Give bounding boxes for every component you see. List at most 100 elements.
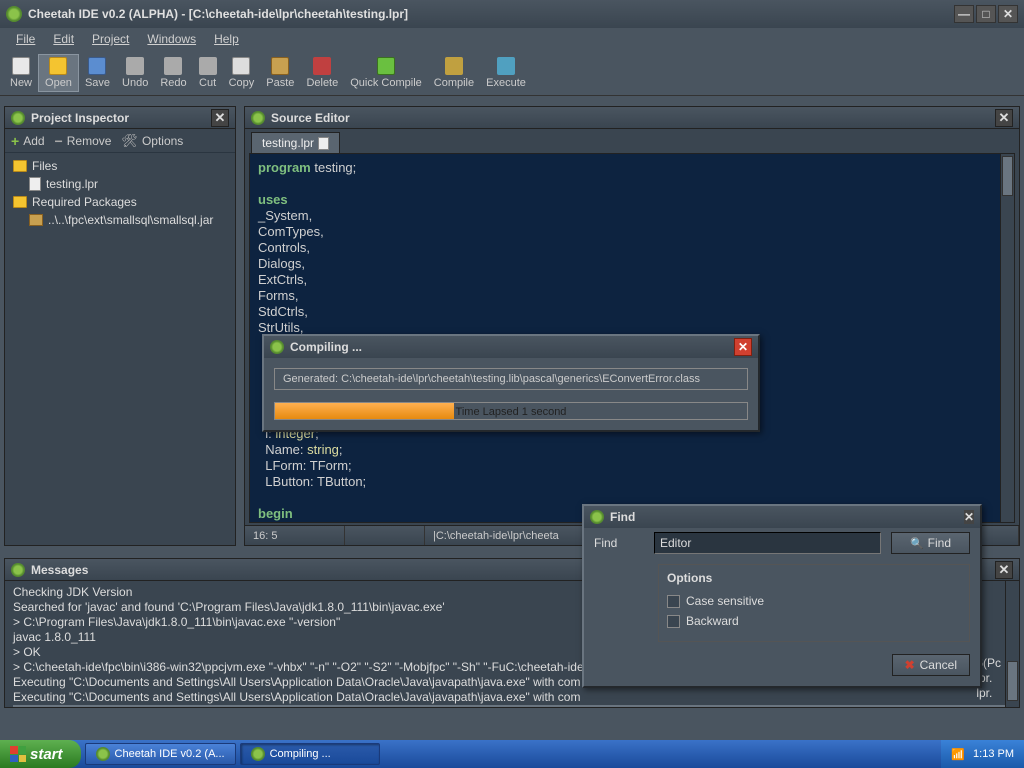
project-inspector-panel: Project Inspector ✕ +Add −Remove 🛠Option…: [4, 106, 236, 546]
save-button[interactable]: Save: [79, 55, 116, 91]
system-tray[interactable]: 📶 1:13 PM: [941, 740, 1024, 768]
menu-file[interactable]: File: [8, 30, 43, 48]
backward-checkbox[interactable]: Backward: [667, 611, 961, 631]
case-sensitive-checkbox[interactable]: Case sensitive: [667, 591, 961, 611]
wrench-icon: 🛠: [121, 133, 138, 149]
find-close-button[interactable]: ✕: [964, 510, 974, 524]
new-icon: [12, 57, 30, 75]
redo-icon: [164, 57, 182, 75]
compiling-close-button[interactable]: ✕: [734, 338, 752, 356]
menu-bar: File Edit Project Windows Help: [0, 28, 1024, 50]
menu-edit[interactable]: Edit: [45, 30, 82, 48]
app-icon: [96, 747, 110, 761]
messages-selected-line: Generated: C:\cheetah-ide\lpr\cheetah\te…: [13, 705, 1011, 707]
messages-close[interactable]: ✕: [995, 561, 1013, 579]
add-button[interactable]: +Add: [11, 133, 45, 149]
main-toolbar: New Open Save Undo Redo Cut Copy Paste D…: [0, 50, 1024, 96]
open-button[interactable]: Open: [38, 54, 79, 92]
panel-icon: [11, 563, 25, 577]
windows-logo-icon: [10, 746, 26, 762]
cut-button[interactable]: Cut: [193, 55, 223, 91]
app-icon: [251, 747, 265, 761]
find-dialog: Find ✕ Find 🔍Find Options Case sensitive…: [582, 504, 982, 688]
panel-icon: [11, 111, 25, 125]
checkbox-icon: [667, 595, 680, 608]
menu-windows[interactable]: Windows: [139, 30, 204, 48]
compile-progressbar: Time Lapsed 1 second: [274, 402, 748, 420]
window-titlebar: Cheetah IDE v0.2 (ALPHA) - [C:\cheetah-i…: [0, 0, 1024, 28]
copy-icon: [232, 57, 250, 75]
find-input[interactable]: [654, 532, 881, 554]
plus-icon: +: [11, 133, 19, 149]
menu-help[interactable]: Help: [206, 30, 247, 48]
cancel-icon: ✖: [905, 658, 915, 672]
progress-label: Time Lapsed 1 second: [275, 403, 747, 419]
execute-button[interactable]: Execute: [480, 55, 532, 91]
paste-button[interactable]: Paste: [260, 55, 300, 91]
redo-button[interactable]: Redo: [154, 55, 192, 91]
tree-node-required[interactable]: Required Packages: [13, 193, 227, 211]
copy-button[interactable]: Copy: [223, 55, 261, 91]
dialog-icon: [590, 510, 604, 524]
minus-icon: −: [55, 133, 63, 149]
cursor-position: 16: 5: [245, 526, 345, 545]
close-window-button[interactable]: ✕: [998, 5, 1018, 23]
taskbar-item-ide[interactable]: Cheetah IDE v0.2 (A...: [85, 743, 236, 765]
scrollbar-thumb[interactable]: [1007, 661, 1018, 701]
app-icon: [6, 6, 22, 22]
editor-scrollbar[interactable]: [1000, 154, 1014, 522]
find-options-group: Options Case sensitive Backward: [658, 564, 970, 642]
find-button[interactable]: 🔍Find: [891, 532, 970, 554]
maximize-button[interactable]: □: [976, 5, 996, 23]
file-icon: [29, 177, 41, 191]
panel-icon: [251, 111, 265, 125]
delete-button[interactable]: Delete: [300, 55, 344, 91]
minimize-button[interactable]: —: [954, 5, 974, 23]
tree-node-jar[interactable]: ..\..\fpc\ext\smallsql\smallsql.jar: [13, 211, 227, 229]
cancel-button[interactable]: ✖Cancel: [892, 654, 970, 676]
open-icon: [49, 57, 67, 75]
save-icon: [88, 57, 106, 75]
tree-node-testing[interactable]: testing.lpr: [13, 175, 227, 193]
compiling-title: Compiling ...: [290, 340, 734, 354]
quick-compile-button[interactable]: Quick Compile: [344, 55, 428, 91]
network-icon[interactable]: 📶: [951, 748, 965, 761]
jar-icon: [29, 214, 43, 226]
project-inspector-title: Project Inspector: [31, 111, 211, 125]
messages-scrollbar[interactable]: [1005, 581, 1019, 707]
binoculars-icon: 🔍: [910, 537, 924, 550]
status-cell: [345, 526, 425, 545]
generated-file-text: Generated: C:\cheetah-ide\lpr\cheetah\te…: [274, 368, 748, 390]
file-icon: [318, 137, 329, 150]
compiling-dialog: Compiling ... ✕ Generated: C:\cheetah-id…: [262, 334, 760, 432]
source-editor-title: Source Editor: [271, 111, 995, 125]
find-label: Find: [594, 536, 644, 550]
menu-project[interactable]: Project: [84, 30, 137, 48]
new-button[interactable]: New: [4, 55, 38, 91]
checkbox-icon: [667, 615, 680, 628]
tree-node-files[interactable]: Files: [13, 157, 227, 175]
tab-testing[interactable]: testing.lpr: [251, 132, 340, 153]
scrollbar-thumb[interactable]: [1002, 156, 1013, 196]
source-editor-close[interactable]: ✕: [995, 109, 1013, 127]
project-tree: Files testing.lpr Required Packages ..\.…: [5, 153, 235, 233]
window-title: Cheetah IDE v0.2 (ALPHA) - [C:\cheetah-i…: [28, 7, 954, 21]
remove-button[interactable]: −Remove: [55, 133, 112, 149]
options-button[interactable]: 🛠Options: [121, 133, 183, 149]
execute-icon: [497, 57, 515, 75]
taskbar-item-compiling[interactable]: Compiling ...: [240, 743, 380, 765]
paste-icon: [271, 57, 289, 75]
undo-icon: [126, 57, 144, 75]
check-icon: [377, 57, 395, 75]
compile-icon: [445, 57, 463, 75]
taskbar: start Cheetah IDE v0.2 (A... Compiling .…: [0, 740, 1024, 768]
find-title: Find: [610, 510, 964, 524]
start-button[interactable]: start: [0, 740, 81, 768]
undo-button[interactable]: Undo: [116, 55, 154, 91]
folder-icon: [13, 160, 27, 172]
project-inspector-close[interactable]: ✕: [211, 109, 229, 127]
compile-button[interactable]: Compile: [428, 55, 480, 91]
dialog-icon: [270, 340, 284, 354]
editor-tabstrip: testing.lpr: [245, 129, 1019, 153]
folder-icon: [13, 196, 27, 208]
